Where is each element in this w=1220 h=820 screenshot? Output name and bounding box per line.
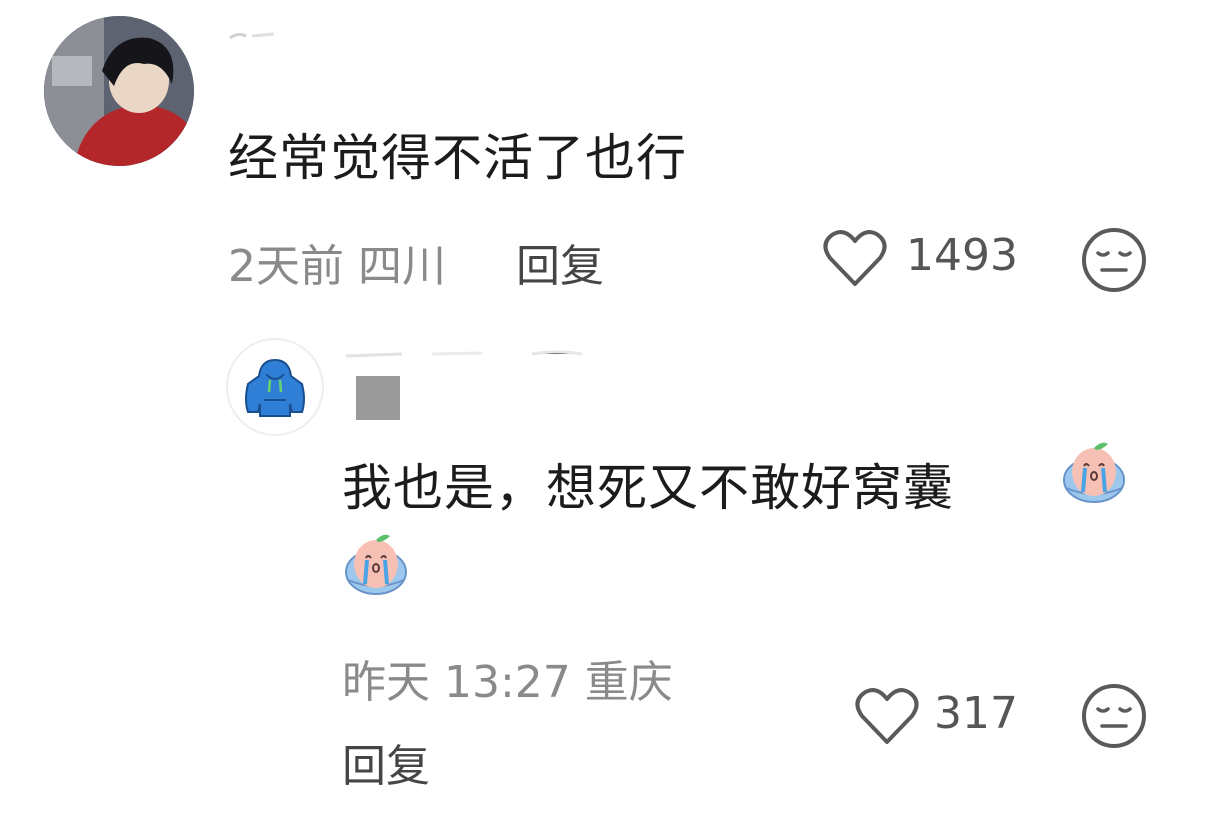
- commenter-username-blurred[interactable]: [228, 26, 308, 44]
- crying-peach-emoji: [340, 528, 412, 600]
- reply-username-blurred[interactable]: [342, 350, 592, 420]
- reply-location: 重庆: [584, 657, 673, 708]
- like-count: 1493: [906, 230, 1018, 281]
- comment-location: 四川: [358, 241, 446, 292]
- comment-meta: 2天前 四川: [228, 230, 446, 294]
- heart-outline-icon: [823, 230, 887, 286]
- meh-face-icon: [1082, 228, 1146, 292]
- reply-reply-button[interactable]: 回复: [342, 730, 430, 794]
- reply-dislike-button[interactable]: [1080, 682, 1148, 750]
- comment-reply-button[interactable]: 回复: [516, 230, 604, 294]
- crying-peach-emoji: [1058, 436, 1130, 508]
- dislike-button[interactable]: [1080, 226, 1148, 294]
- heart-outline-icon: [855, 688, 919, 744]
- reply-like-button[interactable]: [854, 686, 920, 746]
- commenter-avatar[interactable]: [44, 16, 194, 166]
- like-button[interactable]: [822, 228, 888, 288]
- comment-text: 经常觉得不活了也行: [228, 129, 687, 187]
- meh-face-icon: [1082, 684, 1146, 748]
- reply-meta: 昨天 13:27 重庆: [342, 646, 673, 710]
- comment-time: 2天前: [228, 241, 344, 292]
- hoodie-icon: [245, 358, 305, 417]
- reply-text: 我也是，想死又不敢好窝囊: [342, 459, 954, 517]
- reply-time: 昨天 13:27: [342, 657, 571, 708]
- reply-like-count: 317: [934, 688, 1018, 739]
- reply-avatar[interactable]: [226, 338, 324, 436]
